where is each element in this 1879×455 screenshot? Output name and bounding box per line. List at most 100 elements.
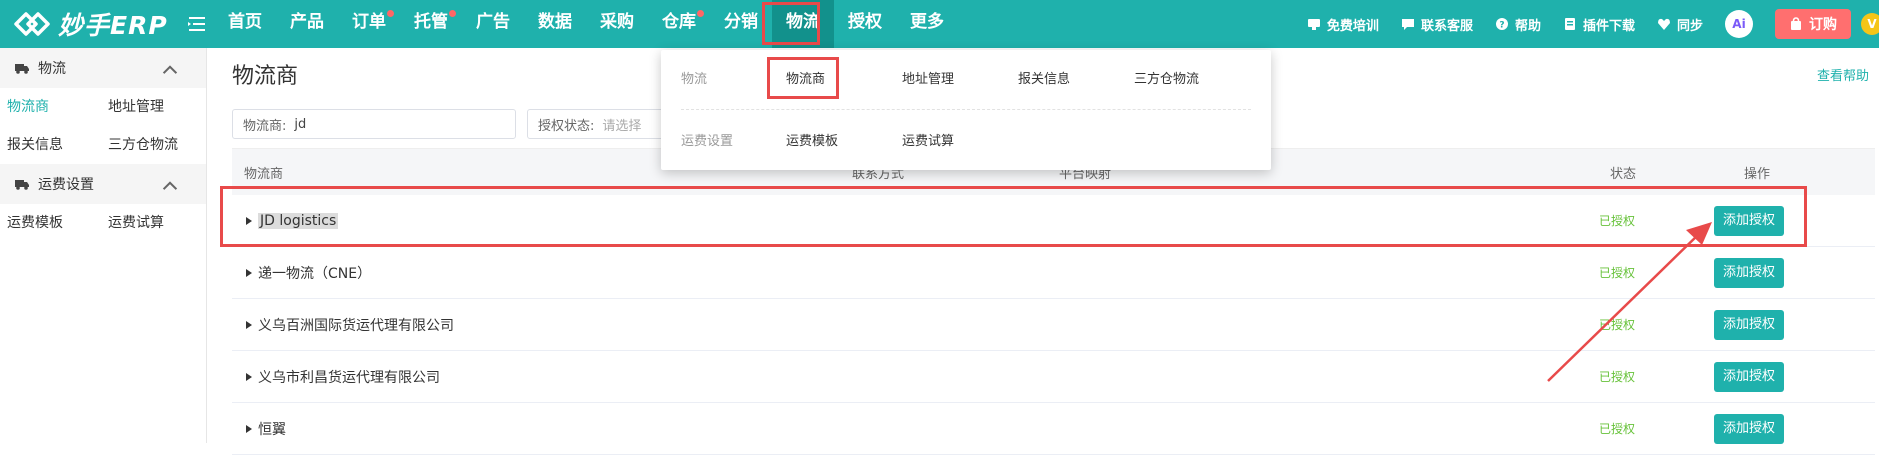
table-row[interactable]: 义乌市利昌货运代理有限公司 已授权 添加授权 (232, 351, 1875, 403)
plugin-label: 插件下载 (1582, 18, 1635, 34)
column-header-actions: 操作 (1744, 166, 1771, 182)
sidebar-group-freight-items: 运费模板 运费试算 (0, 204, 206, 242)
table-row[interactable]: 恒翼 已授权 添加授权 (232, 403, 1875, 455)
svg-text:?: ? (1499, 21, 1504, 31)
nav-label: 仓库 (662, 12, 696, 32)
training-link[interactable]: 免费培训 (1307, 15, 1379, 34)
brand-logo[interactable]: 妙手ERP (12, 6, 168, 42)
sidebar-group-freight[interactable]: 运费设置 (0, 164, 206, 204)
ai-assistant-button[interactable]: Ai (1725, 10, 1753, 38)
nav-data[interactable]: 数据 (524, 0, 586, 48)
dropdown-section-label: 运费设置 (681, 134, 734, 149)
caret-right-icon (246, 372, 252, 381)
logistics-dropdown-menu: 物流 物流商 地址管理 报关信息 三方仓物流 运费设置 运费模板 运费试算 (661, 50, 1271, 170)
dropdown-link-address[interactable]: 地址管理 (902, 68, 1018, 87)
truck-icon (15, 64, 29, 74)
vip-badge[interactable]: V (1861, 13, 1879, 35)
sidebar-item-customs[interactable]: 报关信息 (0, 126, 101, 164)
table-row[interactable]: 义乌百洲国际货运代理有限公司 已授权 添加授权 (232, 299, 1875, 351)
nav-label: 首页 (228, 12, 262, 32)
sidebar-item-freight-template[interactable]: 运费模板 (0, 204, 101, 242)
training-label: 免费培训 (1326, 18, 1379, 34)
dropdown-link-3pl[interactable]: 三方仓物流 (1134, 68, 1199, 87)
nav-home[interactable]: 首页 (214, 0, 276, 48)
carrier-filter-input[interactable]: 物流商: jd (232, 109, 516, 139)
carrier-name-cell[interactable]: 义乌百洲国际货运代理有限公司 (244, 315, 454, 335)
status-badge: 已授权 (1599, 318, 1636, 332)
auth-status-select[interactable]: 授权状态: 请选择 (527, 109, 677, 139)
sidebar: 物流 物流商 地址管理 报关信息 三方仓物流 运费设置 运费模板 运费试算 (0, 48, 207, 443)
dropdown-link-freight-calc[interactable]: 运费试算 (902, 130, 954, 149)
bag-icon (1791, 17, 1801, 30)
carrier-name-cell[interactable]: 递一物流（CNE） (244, 263, 371, 283)
nav-label: 数据 (538, 12, 572, 32)
sidebar-group-title: 运费设置 (38, 177, 94, 193)
dropdown-divider (681, 109, 1251, 110)
nav-products[interactable]: 产品 (276, 0, 338, 48)
support-link[interactable]: 联系客服 (1401, 15, 1473, 34)
carrier-name: 义乌百洲国际货运代理有限公司 (258, 317, 454, 334)
add-auth-button[interactable]: 添加授权 (1714, 257, 1785, 288)
notification-dot (387, 10, 394, 17)
sidebar-item-3pl[interactable]: 三方仓物流 (101, 126, 202, 164)
carrier-name: 恒翼 (258, 421, 286, 438)
training-icon (1307, 19, 1320, 30)
dropdown-row-logistics: 物流 物流商 地址管理 报关信息 三方仓物流 (681, 68, 1199, 87)
truck-icon (15, 180, 29, 190)
download-icon (1564, 18, 1575, 30)
sidebar-item-freight-calc[interactable]: 运费试算 (101, 204, 202, 242)
nav-label: 订单 (352, 12, 386, 32)
nav-label: 托管 (414, 12, 448, 32)
caret-right-icon (246, 268, 252, 277)
main-nav: 首页 产品 订单 托管 广告 数据 采购 仓库 分销 物流 授权 更多 (214, 0, 958, 48)
table-row[interactable]: 递一物流（CNE） 已授权 添加授权 (232, 247, 1875, 299)
sidebar-group-logistics[interactable]: 物流 (0, 48, 206, 88)
sidebar-item-carriers[interactable]: 物流商 (0, 88, 101, 126)
nav-ads[interactable]: 广告 (462, 0, 524, 48)
add-auth-button[interactable]: 添加授权 (1714, 361, 1785, 392)
dropdown-row-freight: 运费设置 运费模板 运费试算 (681, 130, 954, 149)
sync-link[interactable]: 同步 (1657, 15, 1703, 34)
plugin-link[interactable]: 插件下载 (1563, 15, 1635, 34)
carrier-name-cell[interactable]: 恒翼 (244, 419, 286, 439)
sidebar-group-title: 物流 (38, 61, 66, 77)
nav-logistics-highlight (762, 2, 820, 45)
status-badge: 已授权 (1599, 422, 1636, 436)
order-button[interactable]: 订购 (1775, 9, 1851, 39)
top-navbar: 妙手ERP 首页 产品 订单 托管 广告 数据 采购 仓库 分销 物流 授权 更… (0, 0, 1879, 48)
help-link-top[interactable]: ? 帮助 (1495, 15, 1541, 34)
support-label: 联系客服 (1420, 18, 1473, 34)
sidebar-group-logistics-items: 物流商 地址管理 报关信息 三方仓物流 (0, 88, 206, 164)
nav-orders[interactable]: 订单 (338, 0, 400, 48)
order-label: 订购 (1809, 17, 1837, 33)
carrier-name: 义乌市利昌货运代理有限公司 (258, 369, 440, 386)
nav-authorization[interactable]: 授权 (834, 0, 896, 48)
carrier-name-cell[interactable]: 义乌市利昌货运代理有限公司 (244, 367, 440, 387)
nav-label: 授权 (848, 12, 882, 32)
nav-hosting[interactable]: 托管 (400, 0, 462, 48)
row-highlight-box (220, 186, 1807, 247)
nav-purchase[interactable]: 采购 (586, 0, 648, 48)
header-tools: 免费培训 联系客服 ? 帮助 插件下载 同步 Ai 订购 V (1307, 0, 1879, 48)
add-auth-button[interactable]: 添加授权 (1714, 413, 1785, 444)
nav-more[interactable]: 更多 (896, 0, 958, 48)
nav-label: 采购 (600, 12, 634, 32)
dropdown-link-customs[interactable]: 报关信息 (1018, 68, 1134, 87)
caret-right-icon (246, 424, 252, 433)
chevron-up-icon (162, 65, 178, 74)
nav-label: 分销 (724, 12, 758, 32)
dropdown-link-freight-template[interactable]: 运费模板 (786, 130, 902, 149)
status-badge: 已授权 (1599, 370, 1636, 384)
notification-dot (449, 10, 456, 17)
add-auth-button[interactable]: 添加授权 (1714, 309, 1785, 340)
menu-toggle-icon[interactable] (187, 14, 207, 34)
dropdown-carriers-highlight (767, 57, 839, 99)
carrier-name: 递一物流（CNE） (258, 265, 372, 282)
chat-icon (1401, 19, 1414, 30)
sidebar-item-address[interactable]: 地址管理 (101, 88, 202, 126)
nav-label: 更多 (910, 12, 944, 32)
nav-warehouse[interactable]: 仓库 (648, 0, 710, 48)
view-help-link[interactable]: 查看帮助 (1817, 65, 1869, 84)
caret-right-icon (246, 320, 252, 329)
notification-dot (697, 10, 704, 17)
